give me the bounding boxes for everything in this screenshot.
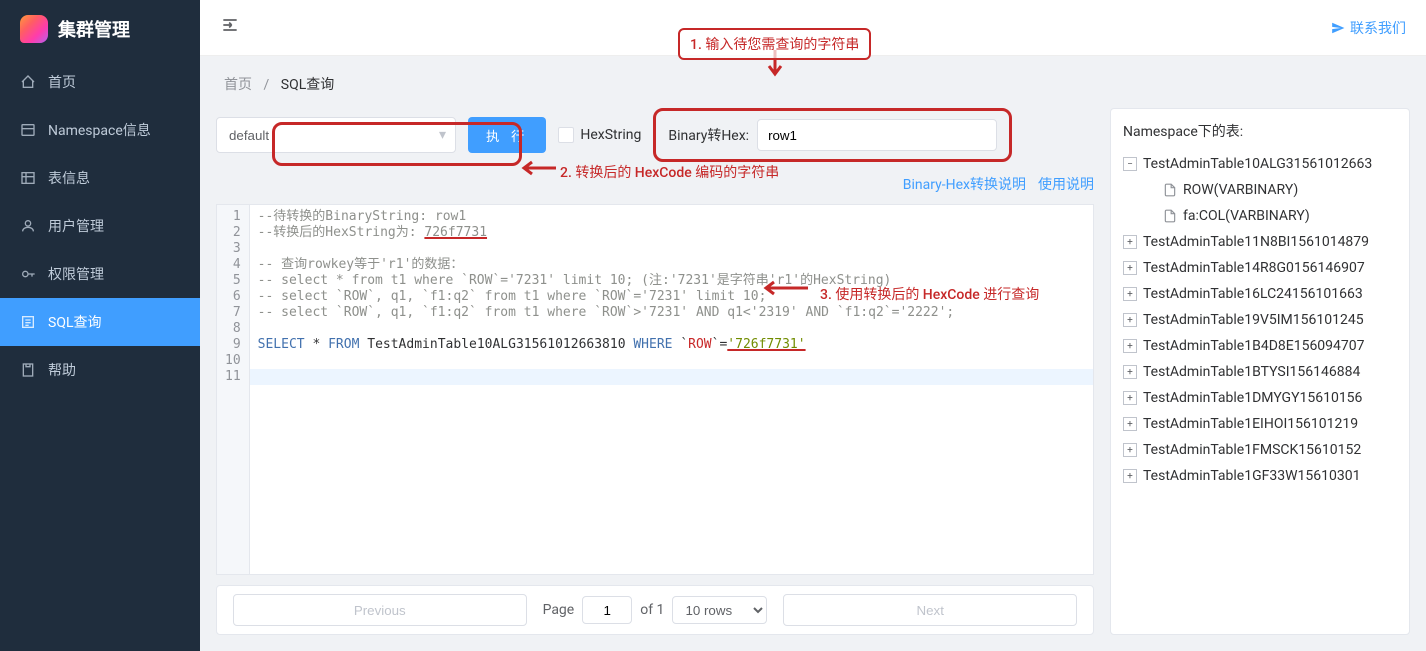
collapse-sidebar-icon[interactable] bbox=[220, 15, 240, 40]
expand-icon[interactable] bbox=[1123, 235, 1137, 249]
sidebar-item-label: SQL查询 bbox=[48, 312, 101, 332]
tree: TestAdminTable10ALG31561012663ROW(VARBIN… bbox=[1123, 151, 1397, 489]
expand-icon[interactable] bbox=[1123, 365, 1137, 379]
sidebar-item-label: 用户管理 bbox=[48, 216, 104, 236]
sidebar-item-user[interactable]: 用户管理 bbox=[0, 202, 200, 250]
tree-table-node[interactable]: TestAdminTable1B4D8E156094707 bbox=[1123, 333, 1397, 359]
logo-icon bbox=[20, 15, 48, 43]
sidebar-item-label: 表信息 bbox=[48, 168, 90, 188]
usage-help-link[interactable]: 使用说明 bbox=[1038, 174, 1094, 194]
tree-table-node[interactable]: TestAdminTable16LC24156101663 bbox=[1123, 281, 1397, 307]
sidebar-item-label: 帮助 bbox=[48, 360, 76, 380]
table-tree-panel: Namespace下的表: TestAdminTable10ALG3156101… bbox=[1110, 108, 1410, 635]
rows-select[interactable]: 10 rows bbox=[672, 596, 767, 624]
send-icon bbox=[1331, 21, 1345, 35]
sidebar-item-perm[interactable]: 权限管理 bbox=[0, 250, 200, 298]
hexstring-checkbox-wrap[interactable]: HexString bbox=[558, 127, 641, 143]
sidebar-item-label: 首页 bbox=[48, 72, 76, 92]
toolbar: default ▾ 执 行 HexString Binary转Hex: B bbox=[216, 108, 1094, 194]
main: 联系我们 首页 / SQL查询 default ▾ 执 行 bbox=[200, 0, 1426, 651]
tree-table-node[interactable]: TestAdminTable19V5IM156101245 bbox=[1123, 307, 1397, 333]
execute-button[interactable]: 执 行 bbox=[468, 117, 546, 153]
expand-icon[interactable] bbox=[1123, 443, 1137, 457]
sidebar-nav: 首页 Namespace信息 表信息 用户管理 权限管理 SQL查询 bbox=[0, 58, 200, 651]
logo-text: 集群管理 bbox=[58, 16, 130, 42]
tree-table-node[interactable]: TestAdminTable1GF33W15610301 bbox=[1123, 463, 1397, 489]
expand-icon[interactable] bbox=[1123, 261, 1137, 275]
sql-editor[interactable]: 1234567891011 --待转换的BinaryString: row1--… bbox=[216, 204, 1094, 575]
page-input[interactable] bbox=[582, 596, 632, 624]
hexstring-checkbox[interactable] bbox=[558, 127, 574, 143]
editor-code[interactable]: --待转换的BinaryString: row1--转换后的HexString为… bbox=[250, 205, 1093, 574]
tree-table-node[interactable]: TestAdminTable14R8G0156146907 bbox=[1123, 255, 1397, 281]
tree-column-node[interactable]: ROW(VARBINARY) bbox=[1123, 177, 1397, 203]
binary-to-hex-group: Binary转Hex: bbox=[653, 108, 1012, 162]
sidebar-item-table[interactable]: 表信息 bbox=[0, 154, 200, 202]
breadcrumb-home[interactable]: 首页 bbox=[224, 77, 252, 93]
results-pager: Previous Page of 1 10 rows Next bbox=[216, 585, 1094, 635]
tree-table-node[interactable]: TestAdminTable1EIHOI156101219 bbox=[1123, 411, 1397, 437]
sidebar-item-label: 权限管理 bbox=[48, 264, 104, 284]
tree-table-node[interactable]: TestAdminTable1BTYSI156146884 bbox=[1123, 359, 1397, 385]
namespace-icon bbox=[20, 122, 36, 138]
tree-column-node[interactable]: fa:COL(VARBINARY) bbox=[1123, 203, 1397, 229]
previous-button[interactable]: Previous bbox=[233, 594, 527, 626]
topbar: 联系我们 bbox=[200, 0, 1426, 56]
sql-icon bbox=[20, 314, 36, 330]
expand-icon[interactable] bbox=[1123, 469, 1137, 483]
sidebar-item-sql[interactable]: SQL查询 bbox=[0, 298, 200, 346]
next-button[interactable]: Next bbox=[783, 594, 1077, 626]
tree-table-node[interactable]: TestAdminTable1DMYGY15610156 bbox=[1123, 385, 1397, 411]
user-icon bbox=[20, 218, 36, 234]
sidebar-item-label: Namespace信息 bbox=[48, 120, 151, 140]
expand-icon[interactable] bbox=[1123, 339, 1137, 353]
binary-hex-help-link[interactable]: Binary-Hex转换说明 bbox=[903, 174, 1026, 194]
sidebar-item-home[interactable]: 首页 bbox=[0, 58, 200, 106]
sidebar-item-help[interactable]: 帮助 bbox=[0, 346, 200, 394]
home-icon bbox=[20, 74, 36, 90]
expand-icon[interactable] bbox=[1123, 417, 1137, 431]
help-icon bbox=[20, 362, 36, 378]
tree-table-node[interactable]: TestAdminTable10ALG31561012663 bbox=[1123, 151, 1397, 177]
sidebar-item-namespace[interactable]: Namespace信息 bbox=[0, 106, 200, 154]
tree-table-node[interactable]: TestAdminTable11N8BI1561014879 bbox=[1123, 229, 1397, 255]
breadcrumb: 首页 / SQL查询 bbox=[200, 56, 1426, 108]
expand-icon[interactable] bbox=[1123, 391, 1137, 405]
key-icon bbox=[20, 266, 36, 282]
table-icon bbox=[20, 170, 36, 186]
contact-us-link[interactable]: 联系我们 bbox=[1331, 18, 1406, 38]
collapse-icon[interactable] bbox=[1123, 157, 1137, 171]
binary-to-hex-input[interactable] bbox=[757, 119, 997, 151]
tree-title: Namespace下的表: bbox=[1123, 121, 1397, 141]
namespace-select[interactable]: default bbox=[216, 117, 456, 153]
sidebar: 集群管理 首页 Namespace信息 表信息 用户管理 权限管理 bbox=[0, 0, 200, 651]
hexstring-label: HexString bbox=[580, 127, 641, 143]
binary-to-hex-label: Binary转Hex: bbox=[668, 125, 749, 145]
breadcrumb-current: SQL查询 bbox=[281, 77, 334, 93]
page-label: Page bbox=[543, 602, 575, 618]
of-label: of 1 bbox=[640, 602, 664, 618]
expand-icon[interactable] bbox=[1123, 287, 1137, 301]
editor-gutter: 1234567891011 bbox=[217, 205, 250, 574]
tree-table-node[interactable]: TestAdminTable1FMSCK15610152 bbox=[1123, 437, 1397, 463]
expand-icon[interactable] bbox=[1123, 313, 1137, 327]
logo: 集群管理 bbox=[0, 0, 200, 58]
